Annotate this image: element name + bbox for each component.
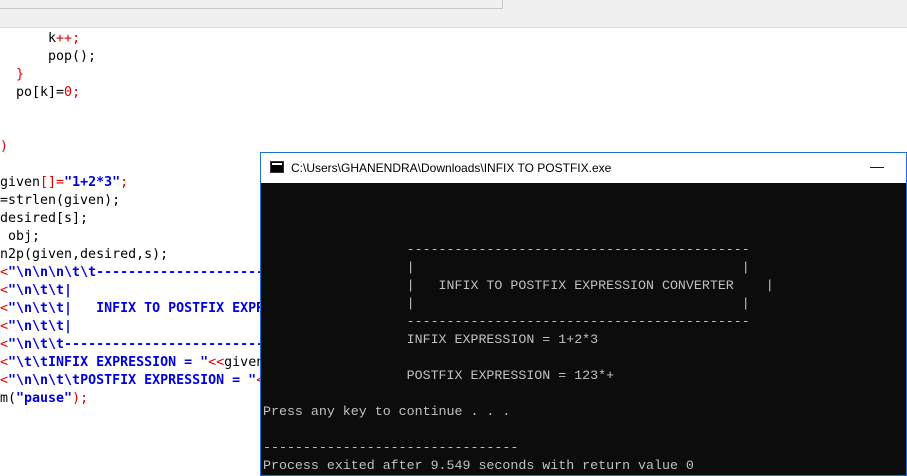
- code-token: ): [0, 139, 9, 154]
- console-line: ----------------------------------------…: [263, 242, 750, 257]
- ide-toolbar: [0, 0, 907, 28]
- console-line: | |: [263, 296, 750, 311]
- console-title: C:\Users\GHANENDRA\Downloads\INFIX TO PO…: [291, 161, 612, 175]
- code-token: <: [0, 337, 9, 352]
- code-token: "1+2*3": [64, 175, 121, 190]
- code-token: "pause": [16, 391, 73, 406]
- code-token: <: [0, 373, 9, 388]
- code-line: po[k]=0;: [0, 84, 80, 102]
- code-token: <: [0, 355, 9, 370]
- code-token: desired[s];: [0, 211, 89, 226]
- code-token: <: [0, 319, 9, 334]
- code-line: <"\n\t\t|: [0, 282, 72, 300]
- code-token: []=: [40, 175, 65, 190]
- code-line: <"\t\tINFIX EXPRESSION = "<<given: [0, 354, 264, 372]
- console-line: | INFIX TO POSTFIX EXPRESSION CONVERTER …: [263, 278, 774, 293]
- code-line: }: [0, 66, 24, 84]
- code-token: n2p(given,desired,s);: [0, 247, 169, 262]
- code-line: m("pause");: [0, 390, 88, 408]
- code-token: po[k]=: [0, 85, 65, 100]
- code-token: "\n\n\t\tPOSTFIX EXPRESSION = ": [8, 373, 257, 388]
- code-token: k: [0, 31, 57, 46]
- code-token: =strlen(given);: [0, 193, 121, 208]
- console-window[interactable]: C:\Users\GHANENDRA\Downloads\INFIX TO PO…: [260, 152, 907, 476]
- console-line: INFIX EXPRESSION = 1+2*3: [263, 332, 599, 347]
- code-token: given: [224, 355, 265, 370]
- code-token: given: [0, 175, 41, 190]
- code-token: ++: [56, 31, 73, 46]
- code-token: <<: [208, 355, 225, 370]
- code-token: 0: [64, 85, 73, 100]
- console-line: | |: [263, 260, 750, 275]
- code-line: pop();: [0, 48, 96, 66]
- code-token: m(: [0, 391, 17, 406]
- console-titlebar[interactable]: C:\Users\GHANENDRA\Downloads\INFIX TO PO…: [261, 153, 906, 183]
- code-line: given[]="1+2*3";: [0, 174, 128, 192]
- code-line: ): [0, 138, 8, 156]
- console-line: Press any key to continue . . .: [263, 404, 511, 419]
- code-token: ;: [72, 31, 81, 46]
- minimize-button[interactable]: —: [870, 158, 884, 174]
- code-line: n2p(given,desired,s);: [0, 246, 168, 264]
- code-token: "\t\tINFIX EXPRESSION = ": [8, 355, 209, 370]
- code-token: <: [0, 265, 9, 280]
- code-token: ;: [120, 175, 129, 190]
- code-token: );: [72, 391, 89, 406]
- console-line: POSTFIX EXPRESSION = 123*+: [263, 368, 615, 383]
- console-output[interactable]: ----------------------------------------…: [261, 183, 906, 475]
- code-token: }: [0, 67, 25, 82]
- code-token: pop();: [0, 49, 97, 64]
- code-token: "\n\t\t|: [8, 319, 73, 334]
- console-app-icon: [270, 161, 284, 173]
- code-line: k++;: [0, 30, 80, 48]
- console-line: --------------------------------: [263, 440, 519, 455]
- code-line: =strlen(given);: [0, 192, 120, 210]
- code-line: <"\n\t\t|: [0, 318, 72, 336]
- console-line: ----------------------------------------…: [263, 314, 750, 329]
- code-token: obj;: [0, 229, 41, 244]
- code-line: obj;: [0, 228, 40, 246]
- code-token: <: [0, 283, 9, 298]
- code-token: ;: [72, 85, 81, 100]
- console-line: Process exited after 9.549 seconds with …: [263, 458, 694, 473]
- code-token: <: [0, 301, 9, 316]
- code-line: desired[s];: [0, 210, 88, 228]
- ide-toolbar-panel: [0, 0, 503, 9]
- code-token: "\n\t\t|: [8, 283, 73, 298]
